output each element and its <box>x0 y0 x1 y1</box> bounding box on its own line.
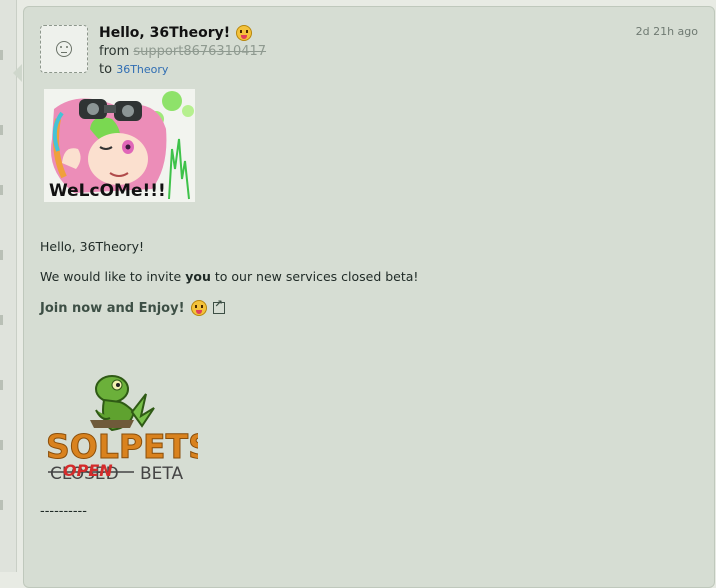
welcome-image-text: WeLcOMe!!! <box>49 181 166 201</box>
solpets-logo-image: SOLPETS CLOSED OPEN BETA <box>46 375 198 484</box>
welcome-anime-image: WeLcOMe!!! <box>44 89 195 202</box>
conversation-list-edge[interactable] <box>0 0 17 572</box>
join-link[interactable]: Join now and Enjoy! <box>40 299 225 316</box>
list-marker <box>0 50 3 60</box>
list-marker <box>0 440 3 450</box>
list-marker <box>0 315 3 325</box>
tongue-face-emoji <box>236 25 253 41</box>
list-marker <box>0 125 3 135</box>
invite-prefix: We would like to invite <box>40 269 186 284</box>
invite-text: We would like to invite you to our new s… <box>40 269 418 284</box>
message-subject: Hello, 36Theory! <box>99 25 266 41</box>
greeting-text: Hello, 36Theory! <box>40 239 144 254</box>
message-timestamp: 2d 21h ago <box>635 25 698 38</box>
invite-emphasis: you <box>185 269 211 284</box>
subject-text: Hello, 36Theory! <box>99 25 231 41</box>
selected-pointer <box>13 64 22 82</box>
message-card: Hello, 36Theory! from support8676310417 … <box>23 6 715 588</box>
list-marker <box>0 380 3 390</box>
from-label: from <box>99 44 130 59</box>
logo-open-text: OPEN <box>63 461 113 480</box>
join-link-text[interactable]: Join now and Enjoy! <box>40 301 185 316</box>
from-user-link[interactable]: support8676310417 <box>133 44 266 59</box>
message-header: Hello, 36Theory! from support8676310417 … <box>99 25 266 77</box>
to-label: to <box>99 62 113 77</box>
default-avatar-icon <box>56 41 72 57</box>
external-link-icon[interactable] <box>212 299 225 314</box>
list-marker <box>0 185 3 195</box>
to-user-link[interactable]: 36Theory <box>116 63 168 76</box>
list-marker <box>0 250 3 260</box>
sender-avatar[interactable] <box>40 25 88 73</box>
signature-divider: ---------- <box>40 504 87 519</box>
from-row: from support8676310417 <box>99 44 266 59</box>
yum-face-emoji <box>190 300 207 316</box>
to-row: to 36Theory <box>99 62 266 77</box>
logo-beta-text: BETA <box>140 464 183 484</box>
list-marker <box>0 500 3 510</box>
invite-suffix: to our new services closed beta! <box>210 269 419 284</box>
